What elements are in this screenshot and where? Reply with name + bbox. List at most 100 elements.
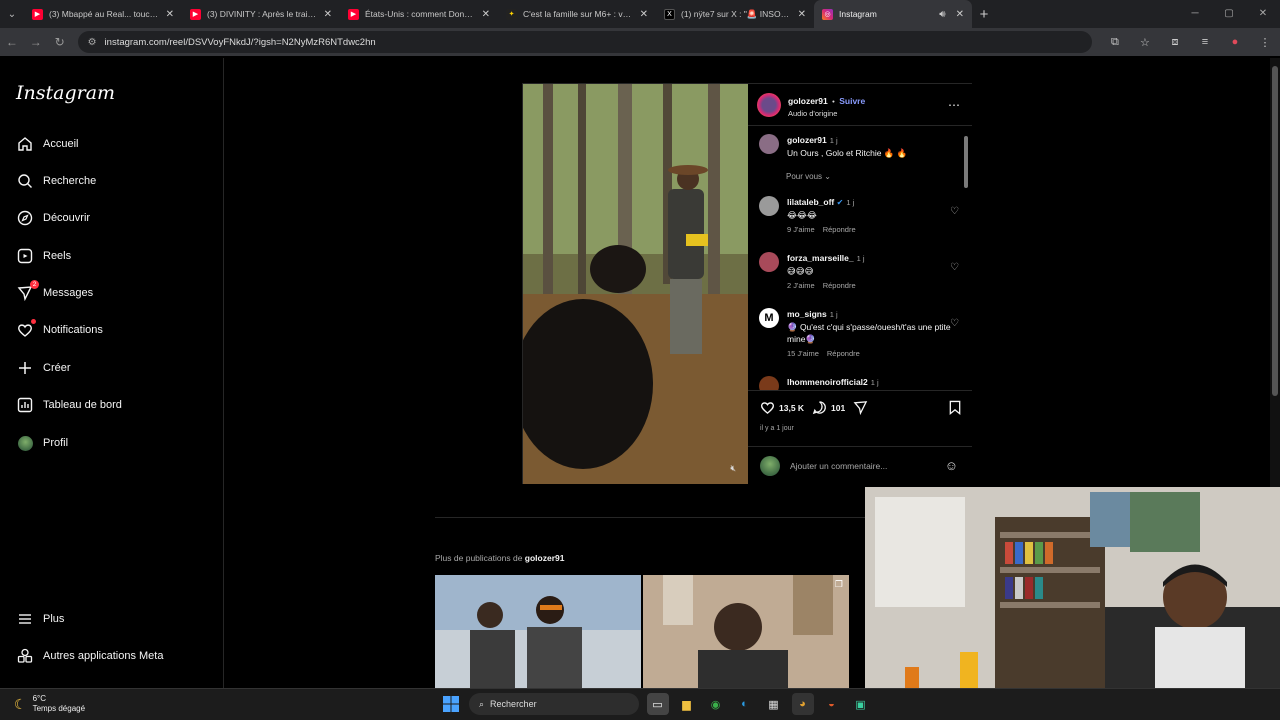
comments-scrollbar[interactable] bbox=[963, 128, 969, 390]
media-icon[interactable]: ≡ bbox=[1190, 36, 1220, 49]
windows-taskbar: ☾ 6°C Temps dégagé ⌕ Rechercher ▭ ▆ ◉ ◐ … bbox=[0, 688, 1280, 720]
comment-username[interactable]: mo_signs bbox=[787, 309, 827, 319]
site-info-icon[interactable]: ⚙︎ bbox=[88, 37, 97, 48]
like-comment-icon[interactable]: ♡ bbox=[950, 318, 959, 329]
post-thumbnail[interactable]: ❐ bbox=[643, 575, 849, 688]
search-icon: ⌕ bbox=[479, 698, 485, 709]
sort-dropdown[interactable]: Pour vous ⌄ bbox=[786, 172, 831, 181]
caption-avatar[interactable] bbox=[759, 134, 779, 154]
more-options-icon[interactable]: ⋯ bbox=[948, 98, 960, 112]
share-icon[interactable] bbox=[853, 400, 868, 415]
comment-username[interactable]: lilataleb_off bbox=[787, 197, 834, 207]
nav-plus[interactable]: Plus bbox=[16, 606, 64, 632]
close-window-icon[interactable]: ✕ bbox=[1246, 0, 1280, 28]
nav-notifications[interactable]: Notifications bbox=[16, 317, 103, 343]
comment-username[interactable]: lhommenoirofficial2 bbox=[787, 377, 868, 387]
comment-avatar[interactable]: M bbox=[759, 308, 779, 328]
tab-2[interactable]: ▶ États-Unis : comment Donald T... ✕ bbox=[340, 0, 498, 28]
windows-start-icon[interactable] bbox=[440, 693, 462, 715]
nav-reels[interactable]: Reels bbox=[16, 243, 71, 269]
close-icon[interactable]: ✕ bbox=[324, 9, 332, 20]
comment-avatar[interactable] bbox=[759, 252, 779, 272]
tab-3[interactable]: ✦ C'est la famille sur M6+ : voir le... … bbox=[498, 0, 656, 28]
nav-profil[interactable]: Profil bbox=[16, 430, 68, 456]
more-posts-user[interactable]: golozer91 bbox=[525, 553, 565, 563]
author-username[interactable]: golozer91 bbox=[788, 96, 828, 106]
caption-username[interactable]: golozer91 bbox=[787, 135, 827, 145]
comment-likes[interactable]: 9 J'aime bbox=[787, 225, 815, 234]
chrome-icon[interactable]: ◕ bbox=[791, 693, 814, 715]
profile-icon[interactable]: ● bbox=[1220, 36, 1250, 49]
comment-likes[interactable]: 15 J'aime bbox=[787, 349, 819, 358]
close-icon[interactable]: ✕ bbox=[640, 9, 648, 20]
task-view-icon[interactable]: ▭ bbox=[646, 693, 669, 715]
comment-icon[interactable] bbox=[812, 400, 827, 415]
save-bookmark-icon[interactable] bbox=[948, 400, 962, 415]
store-icon[interactable]: ▦ bbox=[763, 693, 785, 715]
follow-button[interactable]: Suivre bbox=[839, 96, 865, 106]
back-icon[interactable]: ← bbox=[0, 35, 24, 49]
nav-accueil[interactable]: Accueil bbox=[16, 131, 78, 157]
reload-icon[interactable]: ↻ bbox=[48, 35, 72, 49]
nav-autres-applications[interactable]: Autres applications Meta bbox=[16, 643, 163, 669]
url-input[interactable]: ⚙︎ instagram.com/reel/DSVVoyFNkdJ/?igsh=… bbox=[77, 31, 1092, 53]
nav-label: Notifications bbox=[43, 324, 103, 336]
add-comment-input[interactable]: Ajouter un commentaire... bbox=[790, 461, 945, 471]
comment-username[interactable]: forza_marseille_ bbox=[787, 253, 854, 263]
edge-icon[interactable]: ◐ bbox=[734, 693, 756, 715]
author-avatar[interactable] bbox=[757, 92, 781, 117]
nav-messages[interactable]: 2 Messages bbox=[16, 280, 93, 306]
app-icon[interactable]: ▣ bbox=[850, 693, 872, 715]
comment-avatar[interactable] bbox=[759, 196, 779, 216]
close-icon[interactable]: ✕ bbox=[798, 9, 806, 20]
comment-avatar[interactable] bbox=[759, 376, 779, 390]
comment-time: 1 j bbox=[870, 378, 879, 387]
xbox-icon[interactable]: ◉ bbox=[705, 693, 727, 715]
likes-count[interactable]: 13,5 K bbox=[779, 403, 804, 413]
close-icon[interactable]: ✕ bbox=[166, 9, 174, 20]
reply-button[interactable]: Répondre bbox=[823, 281, 856, 290]
close-icon[interactable]: ✕ bbox=[956, 9, 964, 20]
maximize-icon[interactable]: ▢ bbox=[1212, 0, 1246, 28]
nav-recherche[interactable]: Recherche bbox=[16, 168, 96, 194]
mute-icon[interactable]: 🔇︎ bbox=[730, 463, 736, 474]
install-icon[interactable]: ⧉ bbox=[1100, 36, 1130, 49]
kebab-menu-icon[interactable]: ⋮ bbox=[1250, 36, 1280, 49]
bookmark-star-icon[interactable]: ☆ bbox=[1130, 36, 1160, 49]
tab-search-icon[interactable]: ⌄ bbox=[0, 0, 24, 28]
tab-5[interactable]: ◎ Instagram 🔊︎ ✕ bbox=[814, 0, 972, 28]
nav-label: Accueil bbox=[43, 138, 79, 150]
file-explorer-icon[interactable]: ▆ bbox=[676, 693, 698, 715]
forward-icon[interactable]: → bbox=[24, 35, 48, 49]
weather-widget[interactable]: ☾ 6°C Temps dégagé bbox=[14, 694, 85, 714]
nav-creer[interactable]: Créer bbox=[16, 355, 71, 381]
nav-tableau-de-bord[interactable]: Tableau de bord bbox=[16, 392, 122, 418]
tab-4[interactable]: X (1) nÿte7 sur X : "🚨 INSOLITE |... ✕ bbox=[656, 0, 814, 28]
new-tab-button[interactable]: + bbox=[972, 6, 996, 23]
instagram-logo[interactable]: Instagram bbox=[16, 82, 115, 104]
tab-1[interactable]: ▶ (3) DIVINITY : Après le trailer, La...… bbox=[182, 0, 340, 28]
comments-count[interactable]: 101 bbox=[831, 403, 845, 413]
meta-apps-icon bbox=[16, 647, 34, 665]
like-comment-icon[interactable]: ♡ bbox=[950, 262, 959, 273]
tab-0[interactable]: ▶ (3) Mbappé au Real... touché p... ✕ bbox=[24, 0, 182, 28]
firefox-icon[interactable]: ◒ bbox=[821, 693, 843, 715]
like-comment-icon[interactable]: ♡ bbox=[950, 206, 959, 217]
post-thumbnail[interactable] bbox=[435, 575, 641, 688]
speaker-icon[interactable]: 🔊︎ bbox=[939, 9, 945, 20]
emoji-icon[interactable]: ☺ bbox=[945, 458, 958, 473]
reply-button[interactable]: Répondre bbox=[823, 225, 856, 234]
notification-dot bbox=[31, 319, 36, 324]
nav-decouvrir[interactable]: Découvrir bbox=[16, 205, 90, 231]
reply-button[interactable]: Répondre bbox=[827, 349, 860, 358]
reel-video[interactable]: 🔇︎ bbox=[523, 84, 748, 484]
nav-label: Messages bbox=[43, 287, 94, 299]
caption-time: 1 j bbox=[829, 136, 838, 145]
close-icon[interactable]: ✕ bbox=[482, 9, 490, 20]
taskbar-search[interactable]: ⌕ Rechercher bbox=[469, 693, 639, 715]
like-icon[interactable] bbox=[760, 400, 775, 415]
comment-likes[interactable]: 2 J'aime bbox=[787, 281, 815, 290]
minimize-icon[interactable]: ─ bbox=[1178, 0, 1212, 28]
audio-label[interactable]: Audio d'origine bbox=[788, 109, 865, 118]
extensions-icon[interactable]: ⧈ bbox=[1160, 36, 1190, 49]
